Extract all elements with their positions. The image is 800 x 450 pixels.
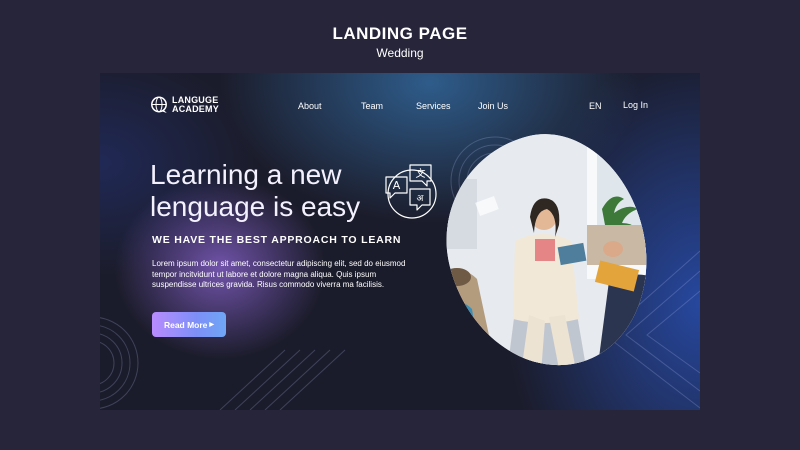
page-header: LANDING PAGE Wedding: [0, 24, 800, 61]
nav-about-link[interactable]: About: [298, 101, 322, 111]
hero-title-line2: lenguage is easy: [150, 191, 361, 222]
translate-bubbles-icon: A 文 अ: [385, 164, 437, 219]
brand-logo[interactable]: LANGUGE ACADEMY: [150, 96, 219, 114]
nav-join-us-link[interactable]: Join Us: [478, 101, 508, 111]
read-more-button[interactable]: Read More ▶: [152, 312, 226, 337]
globe-chat-icon: [151, 96, 167, 113]
svg-text:अ: अ: [417, 194, 425, 204]
hero-title-line1: Learning a new: [150, 159, 342, 190]
svg-text:A: A: [393, 179, 401, 192]
hero-tagline: WE HAVE THE BEST APPROACH TO LEARN: [152, 234, 402, 246]
hero-title: Learning a new lenguage is easy: [150, 159, 360, 223]
classroom-photo-illustration: [437, 129, 657, 373]
nav-services-link[interactable]: Services: [416, 101, 451, 111]
read-more-label: Read More: [163, 319, 208, 330]
login-link[interactable]: Log In: [623, 100, 648, 110]
nav-team-link[interactable]: Team: [361, 101, 383, 111]
play-arrow-icon: ▶: [209, 322, 215, 328]
brand-name: LANGUGE ACADEMY: [172, 96, 219, 114]
svg-text:文: 文: [416, 167, 426, 180]
language-selector[interactable]: EN: [589, 101, 602, 111]
hero-photo: [423, 114, 671, 388]
page-header-subtitle: Wedding: [376, 46, 424, 60]
page-header-title: LANDING PAGE: [332, 24, 468, 43]
hero-description: Lorem ipsum dolor sit amet, consectetur …: [152, 259, 406, 290]
landing-page-frame: LANGUGE ACADEMY About Team Services Join…: [100, 73, 700, 410]
brand-name-line2: ACADEMY: [172, 104, 219, 114]
